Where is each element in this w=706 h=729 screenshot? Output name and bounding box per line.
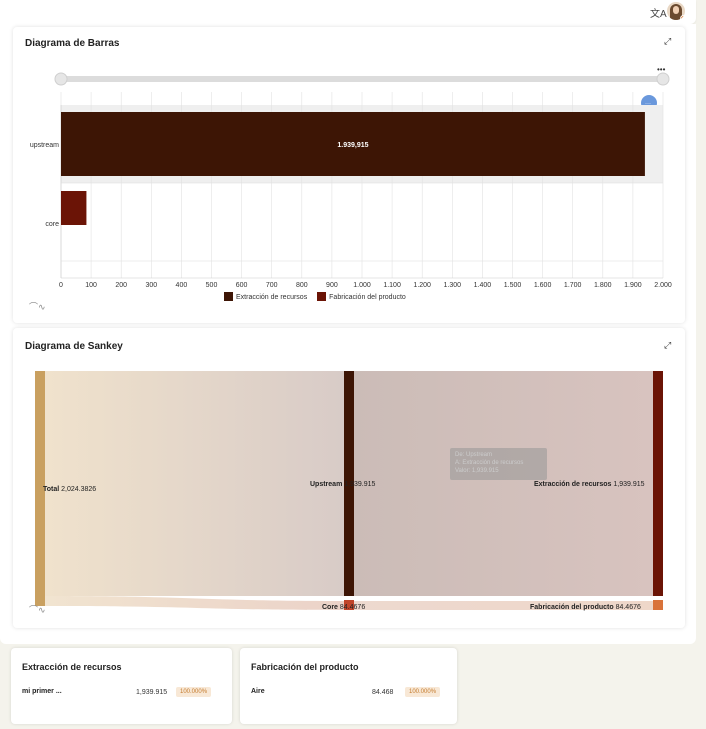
percent-badge: 100.000% <box>405 687 441 697</box>
x-tick-label: 1.200 <box>413 282 431 289</box>
x-tick-label: 300 <box>145 282 157 289</box>
sankey-link-total-core[interactable] <box>45 596 344 610</box>
x-tick-label: 1.500 <box>504 282 522 289</box>
sankey-label-upstream-name: Upstream <box>310 481 342 488</box>
sankey-label-fabricacion-name: Fabricación del producto <box>530 604 614 611</box>
expand-icon[interactable]: ⤢ <box>664 36 671 47</box>
bar-chart: ··· 1.939,915 0 100 200 300 400 500 600 700 800 9… <box>30 72 672 289</box>
x-tick-label: 600 <box>236 282 248 289</box>
top-bar: 文A <box>0 0 696 24</box>
bar-data-label: 1.939,915 <box>337 142 368 149</box>
x-tick-label: 1.000 <box>353 282 371 289</box>
sankey-tooltip: De: Upstream A: Extracción de recursos V… <box>450 448 547 480</box>
bar[interactable] <box>61 191 87 225</box>
user-avatar[interactable] <box>667 2 685 20</box>
x-tick-label: 0 <box>59 282 63 289</box>
zoom-slider-handle-left[interactable] <box>54 72 68 86</box>
sankey-node-fabricacion[interactable] <box>653 600 663 610</box>
y-tick-label: upstream <box>30 142 59 149</box>
sankey-label-upstream-value: 1,939.915 <box>344 481 375 488</box>
percent-badge: 100.000% <box>176 687 212 697</box>
summary-item-value: 84.468 <box>372 689 394 696</box>
zoom-slider-track[interactable] <box>60 76 663 82</box>
sankey-node-extraccion[interactable] <box>653 371 663 596</box>
summary-card: Extracción de recursos mi primer ... 1,9… <box>11 648 232 724</box>
sankey-label-extraccion-name: Extracción de recursos <box>534 481 612 488</box>
x-tick-label: 1.700 <box>564 282 582 289</box>
bar-chart-title: Diagrama de Barras <box>25 38 120 49</box>
legend-item[interactable]: Fabricación del producto <box>317 292 406 301</box>
summary-card-title: Fabricación del producto <box>251 662 359 672</box>
y-tick-label: core <box>45 221 59 228</box>
zoom-slider-handle-right[interactable] <box>656 72 670 86</box>
x-tick-label: 500 <box>206 282 218 289</box>
chart-type-icon[interactable]: ⌒∿ <box>29 603 46 616</box>
summary-card-title: Extracción de recursos <box>22 662 122 672</box>
svg-text:Total 2,024.3826: Total 2,024.3826 <box>43 486 96 493</box>
svg-text:Upstream 1,939.915: Upstream 1,939.915 <box>310 481 375 488</box>
x-tick-label: 100 <box>85 282 97 289</box>
summary-item-name: Aire <box>251 688 265 695</box>
sankey-label-total-value: 2,024.3826 <box>61 486 96 493</box>
legend-item[interactable]: Extracción de recursos <box>224 292 307 301</box>
summary-item-name: mi primer ... <box>22 688 62 695</box>
svg-text:Fabricación del producto 84.46: Fabricación del producto 84.4676 <box>530 604 641 611</box>
translate-icon[interactable]: 文A <box>650 5 667 20</box>
x-tick-label: 1.400 <box>474 282 492 289</box>
sankey-link-total-upstream[interactable] <box>45 371 344 596</box>
x-tick-label: 1.100 <box>383 282 401 289</box>
x-tick-label: 700 <box>266 282 278 289</box>
chart-type-icon[interactable]: ⌒∿ <box>29 300 46 313</box>
x-tick-label: 1.600 <box>534 282 552 289</box>
bar-legend: Extracción de recursos Fabricación del p… <box>224 292 414 301</box>
x-tick-label: 1.900 <box>624 282 642 289</box>
x-tick-label: 1.300 <box>444 282 462 289</box>
x-tick-label: 400 <box>176 282 188 289</box>
summary-card: Fabricación del producto Aire 84.468 100… <box>240 648 457 724</box>
status-dot <box>680 15 685 20</box>
sankey-chart: Total 2,024.3826 Upstream 1,939.915 Core… <box>35 371 663 611</box>
svg-text:Extracción de recursos 1,939.9: Extracción de recursos 1,939.915 <box>534 481 645 488</box>
expand-icon[interactable]: ⤢ <box>664 340 671 351</box>
x-tick-label: 900 <box>326 282 338 289</box>
sankey-label-core-name: Core <box>322 604 338 611</box>
sankey-label-extraccion-value: 1,939.915 <box>613 481 644 488</box>
sankey-label-core-value: 84.4676 <box>340 604 365 611</box>
x-tick-label: 2.000 <box>654 282 672 289</box>
sankey-label-fabricacion-value: 84.4676 <box>616 604 641 611</box>
sankey-title: Diagrama de Sankey <box>25 341 123 352</box>
summary-item-value: 1,939.915 <box>136 689 168 696</box>
x-tick-label: 200 <box>115 282 127 289</box>
x-tick-label: 800 <box>296 282 308 289</box>
svg-text:Core 84.4676: Core 84.4676 <box>322 604 365 611</box>
sankey-label-total-name: Total <box>43 486 59 493</box>
x-tick-label: 1.800 <box>594 282 612 289</box>
